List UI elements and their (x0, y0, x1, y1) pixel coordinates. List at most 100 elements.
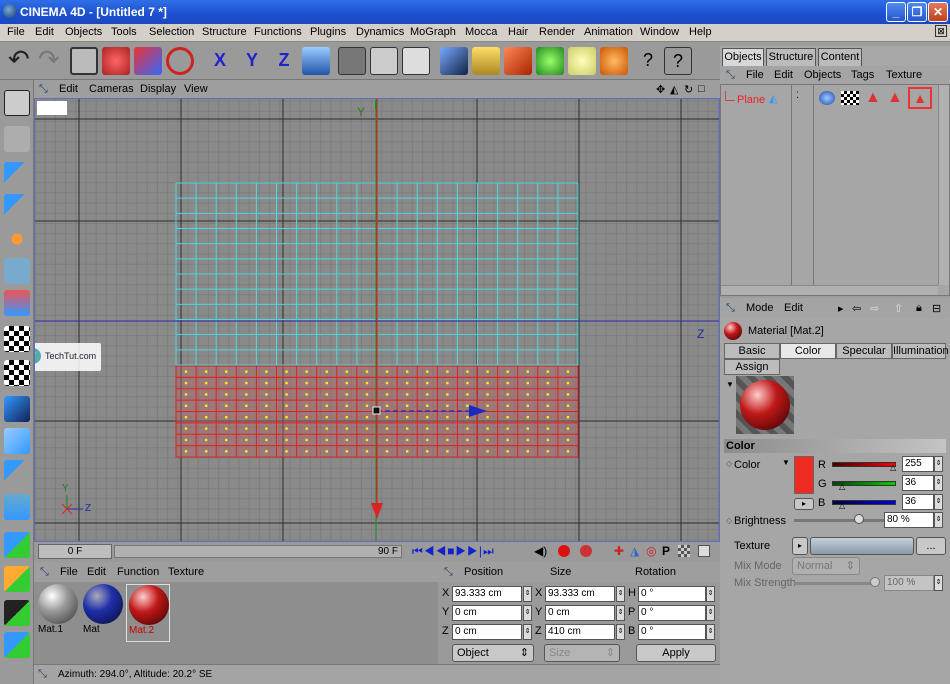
obj-menu-tags[interactable]: Tags (851, 69, 874, 81)
menu-edit[interactable]: Edit (35, 26, 54, 38)
menu-help[interactable]: Help (689, 26, 712, 38)
rot-b-field[interactable]: 0 ° (638, 624, 706, 640)
object-plane-label[interactable]: Plane (737, 94, 765, 106)
tab-structure[interactable]: Structure (766, 48, 816, 66)
phong-tag-icon[interactable] (819, 91, 835, 105)
tweak-mode-icon[interactable] (4, 566, 30, 592)
brightness-slider[interactable] (794, 519, 894, 522)
g-stepper[interactable]: ⇕ (934, 475, 943, 491)
keyframe-pos-icon[interactable]: ✚ (614, 544, 624, 558)
obj-menu-objects[interactable]: Objects (804, 69, 841, 81)
r-stepper[interactable]: ⇕ (934, 456, 943, 472)
texture-icon[interactable] (4, 360, 30, 386)
forward-icon[interactable]: ⇨ (870, 302, 879, 315)
lock-icon[interactable]: 🔒︎ (916, 302, 922, 315)
uv-points-icon[interactable] (4, 258, 30, 284)
lock-mode-icon[interactable] (4, 632, 30, 658)
menu-window[interactable]: Window (640, 26, 679, 38)
keyframe-pla-icon[interactable] (678, 545, 690, 557)
pos-x-stepper[interactable]: ⇕ (523, 586, 532, 602)
size-x-stepper[interactable]: ⇕ (616, 586, 625, 602)
size-z-stepper[interactable]: ⇕ (616, 624, 625, 640)
rot-p-stepper[interactable]: ⇕ (706, 605, 715, 621)
object-scrollbar[interactable] (938, 85, 949, 285)
size-y-stepper[interactable]: ⇕ (616, 605, 625, 621)
b-field[interactable]: 36 (902, 494, 934, 510)
array-icon[interactable] (536, 47, 564, 75)
spline-icon[interactable] (472, 47, 500, 75)
viewport-canvas[interactable] (35, 99, 720, 542)
keyframe-rot-icon[interactable]: ◎ (646, 544, 656, 558)
soft-selection-icon[interactable] (4, 494, 30, 520)
texture-browse-button[interactable]: ... (916, 537, 946, 555)
viewport-menu-display[interactable]: Display (140, 83, 176, 95)
object-mode-icon[interactable] (370, 47, 398, 75)
r-slider-handle-icon[interactable]: △ (890, 463, 896, 472)
tab-illumination[interactable]: Illumination (892, 343, 949, 359)
deformer-icon[interactable] (600, 47, 628, 75)
mixstrength-field[interactable]: 100 % (884, 575, 934, 591)
r-slider[interactable] (832, 462, 896, 467)
z-axis-icon[interactable]: Z (270, 47, 298, 75)
timeline-slider[interactable] (114, 545, 402, 558)
menu-hair[interactable]: Hair (508, 26, 528, 38)
texture-tag-3-icon[interactable]: ▲ (887, 89, 903, 107)
menu-mocca[interactable]: Mocca (465, 26, 497, 38)
texture-axis-icon[interactable] (4, 326, 30, 352)
rot-p-field[interactable]: 0 ° (638, 605, 706, 621)
viewport-menu-view[interactable]: View (184, 83, 208, 95)
axis-tool-icon[interactable] (4, 428, 30, 454)
material-item-mat2[interactable]: Mat.2 (126, 584, 170, 642)
zoom-icon[interactable]: ◭ (670, 83, 678, 96)
keyframe-param-icon[interactable]: P (662, 544, 670, 558)
mixmode-select[interactable]: Normal ⇕ (792, 557, 860, 575)
maximize-view-icon[interactable]: □ (698, 83, 705, 95)
tab-content[interactable]: Content (818, 48, 862, 66)
viewport-menu-cameras[interactable]: Cameras (89, 83, 134, 95)
menu-render[interactable]: Render (539, 26, 575, 38)
obj-menu-file[interactable]: File (746, 69, 764, 81)
uv-polygons-icon[interactable] (4, 290, 30, 316)
material-menu-edit[interactable]: Edit (87, 566, 106, 578)
pan-icon[interactable]: ✥ (656, 83, 665, 96)
obj-menu-texture[interactable]: Texture (886, 69, 922, 81)
coord-mode-select[interactable]: Object ⇕ (452, 644, 534, 662)
keyframe-options-icon[interactable] (698, 545, 710, 557)
texture-tag-2-icon[interactable]: ▲ (865, 89, 881, 107)
texture-slot[interactable] (810, 537, 914, 555)
keyframe-scale-icon[interactable]: ◮ (630, 544, 639, 558)
brightness-field[interactable]: 80 % (884, 512, 934, 528)
tab-specular[interactable]: Specular (836, 343, 892, 359)
workplane-icon[interactable] (4, 396, 30, 422)
points-mode-icon[interactable] (4, 162, 30, 188)
object-hscrollbar[interactable] (721, 285, 938, 295)
attr-menu-edit[interactable]: Edit (784, 302, 803, 314)
rot-h-stepper[interactable]: ⇕ (706, 586, 715, 602)
restore-layout-icon[interactable]: ⊠ (935, 25, 947, 37)
menu-functions[interactable]: Functions (254, 26, 302, 38)
brightness-stepper[interactable]: ⇕ (934, 512, 943, 528)
help-pointer-icon[interactable]: ? (634, 47, 662, 75)
pos-x-field[interactable]: 93.333 cm (452, 586, 522, 602)
tab-objects[interactable]: Objects (722, 48, 764, 66)
rot-b-stepper[interactable]: ⇕ (706, 624, 715, 640)
texture-tag-icon[interactable] (841, 91, 859, 105)
viewport-layout-icon[interactable] (4, 90, 30, 116)
minimize-button[interactable]: _ (886, 2, 906, 22)
b-stepper[interactable]: ⇕ (934, 494, 943, 510)
sound-icon[interactable]: ◀) (534, 544, 547, 558)
enable-axis-icon[interactable] (4, 532, 30, 558)
pos-y-field[interactable]: 0 cm (452, 605, 522, 621)
edges-mode-icon[interactable] (4, 194, 30, 220)
menu-dynamics[interactable]: Dynamics (356, 26, 404, 38)
color-picker-button[interactable]: ▸ (794, 498, 814, 510)
size-z-field[interactable]: 410 cm (545, 624, 615, 640)
animation-mode-icon[interactable] (4, 600, 30, 626)
forward-arrow-icon[interactable]: ▸ (838, 302, 844, 315)
record-icon[interactable] (558, 545, 570, 557)
y-axis-icon[interactable]: Y (238, 47, 266, 75)
live-selection-icon[interactable] (70, 47, 98, 75)
pos-y-stepper[interactable]: ⇕ (523, 605, 532, 621)
b-slider-handle-icon[interactable]: △ (839, 501, 845, 510)
tab-color[interactable]: Color (780, 343, 836, 359)
